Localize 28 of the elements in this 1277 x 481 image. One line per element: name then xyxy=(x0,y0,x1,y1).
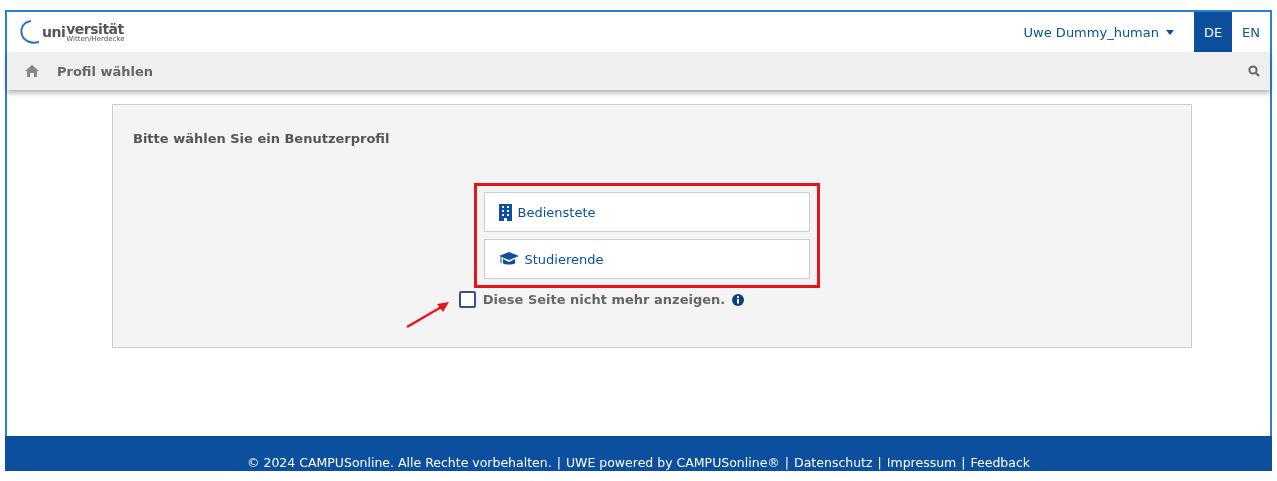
copyright-notice: © 2024 CAMPUSonline. Alle Rechte vorbehalten. xyxy=(246,455,552,470)
info-icon[interactable] xyxy=(732,293,745,306)
profile-button[interactable]: Studierende xyxy=(483,239,810,279)
logo-text: versität xyxy=(66,21,125,36)
panel-heading: Bitte wählen Sie ein Benutzerprofil xyxy=(133,131,391,146)
separator-text: | xyxy=(556,455,561,470)
user-menu[interactable]: Uwe Dummy_human xyxy=(1023,24,1174,40)
footer-link[interactable]: Datenschutz xyxy=(794,455,873,470)
checkbox-label: Diese Seite nicht mehr anzeigen. xyxy=(482,292,726,307)
building-icon xyxy=(498,203,512,221)
language-tab[interactable]: DE xyxy=(1194,12,1232,52)
annotation-arrow xyxy=(404,301,451,329)
separator-text: | xyxy=(877,455,882,470)
footer-link[interactable]: Feedback xyxy=(970,455,1031,470)
separator-text: | xyxy=(961,455,966,470)
home-icon[interactable] xyxy=(25,65,39,77)
profile-button[interactable]: Bedienstete xyxy=(483,192,810,232)
footer-link[interactable]: UWE powered by CAMPUSonline® xyxy=(565,455,780,470)
graduation-cap-icon xyxy=(498,252,519,266)
logo-text: uni xyxy=(42,25,66,39)
separator-text: | xyxy=(784,455,790,470)
page-title: Profil wählen xyxy=(57,63,154,79)
caret-icon xyxy=(1166,29,1174,35)
language-tab[interactable]: EN xyxy=(1232,12,1270,52)
logo-arc-icon xyxy=(19,19,41,45)
checkbox[interactable] xyxy=(458,291,476,308)
search-icon[interactable] xyxy=(1248,65,1260,77)
footer-link[interactable]: Impressum xyxy=(886,455,957,470)
